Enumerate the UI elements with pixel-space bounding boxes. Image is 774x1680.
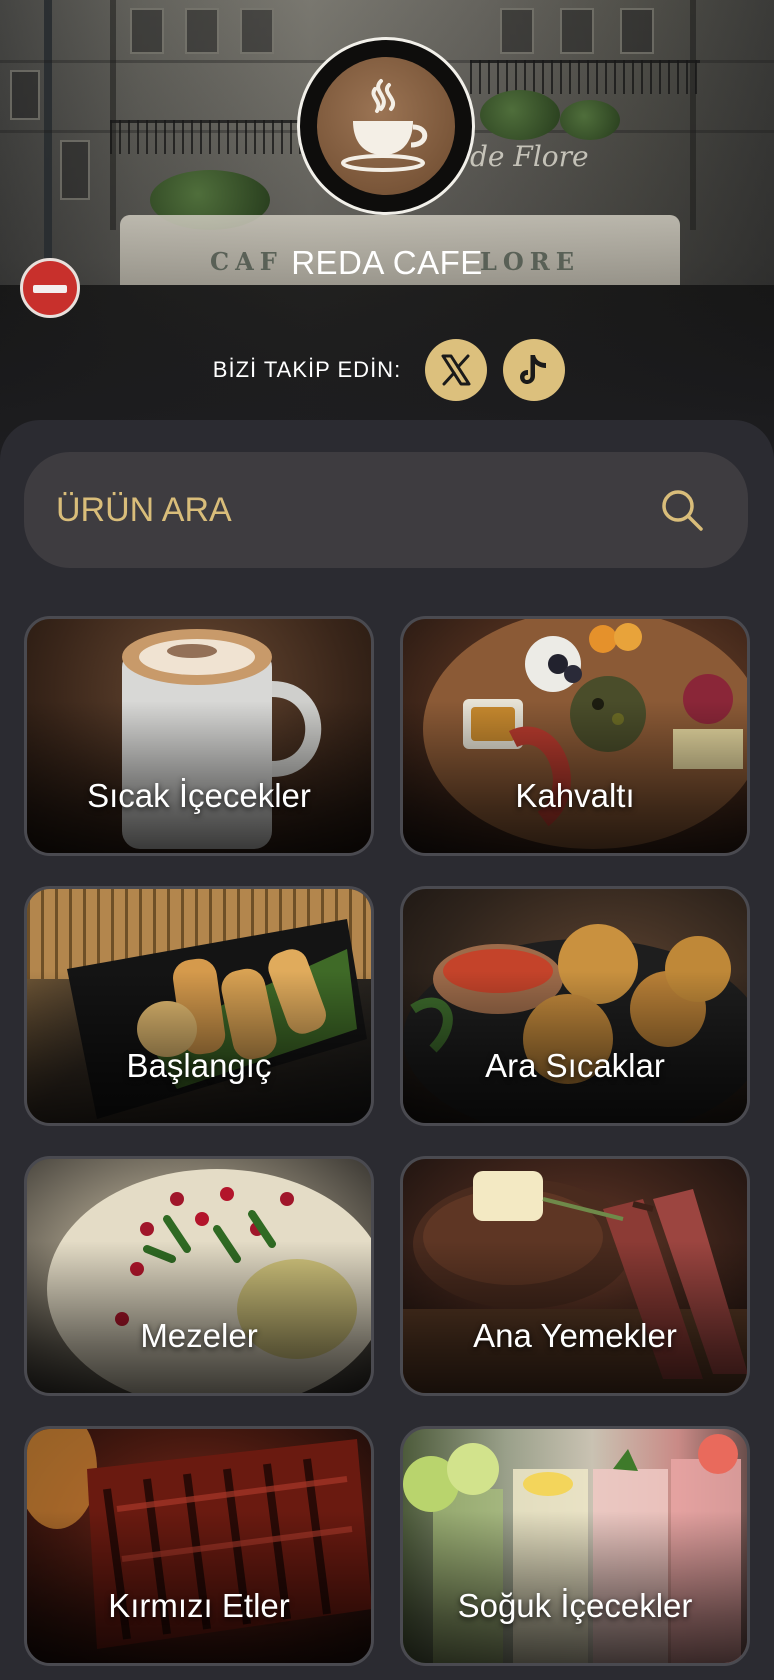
facade-line bbox=[110, 0, 116, 230]
plant bbox=[480, 90, 560, 140]
category-card-kahvalti[interactable]: Kahvaltı bbox=[400, 616, 750, 856]
hero-banner: CAF LORE de Flore REDA CAFE BİZİ TAKİP E… bbox=[0, 0, 774, 470]
card-shade bbox=[27, 619, 371, 853]
facade-sign-lettering: de Flore bbox=[470, 140, 589, 173]
category-card-sicak-icecekler[interactable]: Sıcak İçecekler bbox=[24, 616, 374, 856]
card-shade bbox=[27, 1429, 371, 1663]
balcony bbox=[470, 60, 700, 94]
category-label: Mezeler bbox=[140, 1317, 258, 1354]
app-page: CAF LORE de Flore REDA CAFE BİZİ TAKİP E… bbox=[0, 0, 774, 1680]
category-card-kirmizi-etler[interactable]: Kırmızı Etler bbox=[24, 1426, 374, 1666]
building-window bbox=[240, 8, 274, 54]
menu-panel: Sıcak İçecekler Kahval bbox=[0, 420, 774, 1680]
building-window bbox=[60, 140, 90, 200]
search-icon[interactable] bbox=[656, 484, 708, 536]
building-window bbox=[620, 8, 654, 54]
x-icon[interactable] bbox=[425, 339, 488, 401]
plant bbox=[560, 100, 620, 140]
card-shade bbox=[403, 1159, 747, 1393]
category-card-ana-yemekler[interactable]: Ana Yemekler bbox=[400, 1156, 750, 1396]
card-shade bbox=[403, 619, 747, 853]
search-input[interactable] bbox=[56, 480, 656, 540]
card-shade bbox=[27, 889, 371, 1123]
category-card-mezeler[interactable]: Mezeler bbox=[24, 1156, 374, 1396]
social-follow-bar: BİZİ TAKİP EDİN: bbox=[0, 339, 774, 401]
category-label: Sıcak İçecekler bbox=[87, 777, 311, 814]
brand-name: REDA CAFE bbox=[291, 244, 483, 281]
category-label: Kırmızı Etler bbox=[108, 1587, 290, 1624]
cafe-logo bbox=[297, 37, 475, 215]
card-shade bbox=[403, 1429, 747, 1663]
building-window bbox=[185, 8, 219, 54]
card-shade bbox=[27, 1159, 371, 1393]
category-card-baslangic[interactable]: Başlangıç bbox=[24, 886, 374, 1126]
balcony bbox=[110, 120, 310, 154]
category-card-ara-sicaklar[interactable]: Ara Sıcaklar bbox=[400, 886, 750, 1126]
follow-label: BİZİ TAKİP EDİN: bbox=[212, 357, 402, 382]
category-card-soguk-icecekler[interactable]: Soğuk İçecekler bbox=[400, 1426, 750, 1666]
category-grid: Sıcak İçecekler Kahvaltı Başlangıç Ara S… bbox=[24, 616, 750, 1666]
category-label: Soğuk İçecekler bbox=[457, 1587, 693, 1624]
building-window bbox=[500, 8, 534, 54]
category-label: Ara Sıcaklar bbox=[485, 1047, 665, 1084]
search-bar bbox=[24, 452, 748, 568]
tiktok-icon[interactable] bbox=[503, 339, 566, 401]
building-window bbox=[130, 8, 164, 54]
category-label: Başlangıç bbox=[126, 1047, 272, 1084]
category-label: Ana Yemekler bbox=[473, 1317, 677, 1354]
building-window bbox=[10, 70, 40, 120]
category-label: Kahvaltı bbox=[515, 777, 635, 814]
facade-line bbox=[690, 0, 696, 230]
card-shade bbox=[403, 889, 747, 1123]
coffee-cup-icon bbox=[317, 57, 455, 195]
building-window bbox=[560, 8, 594, 54]
